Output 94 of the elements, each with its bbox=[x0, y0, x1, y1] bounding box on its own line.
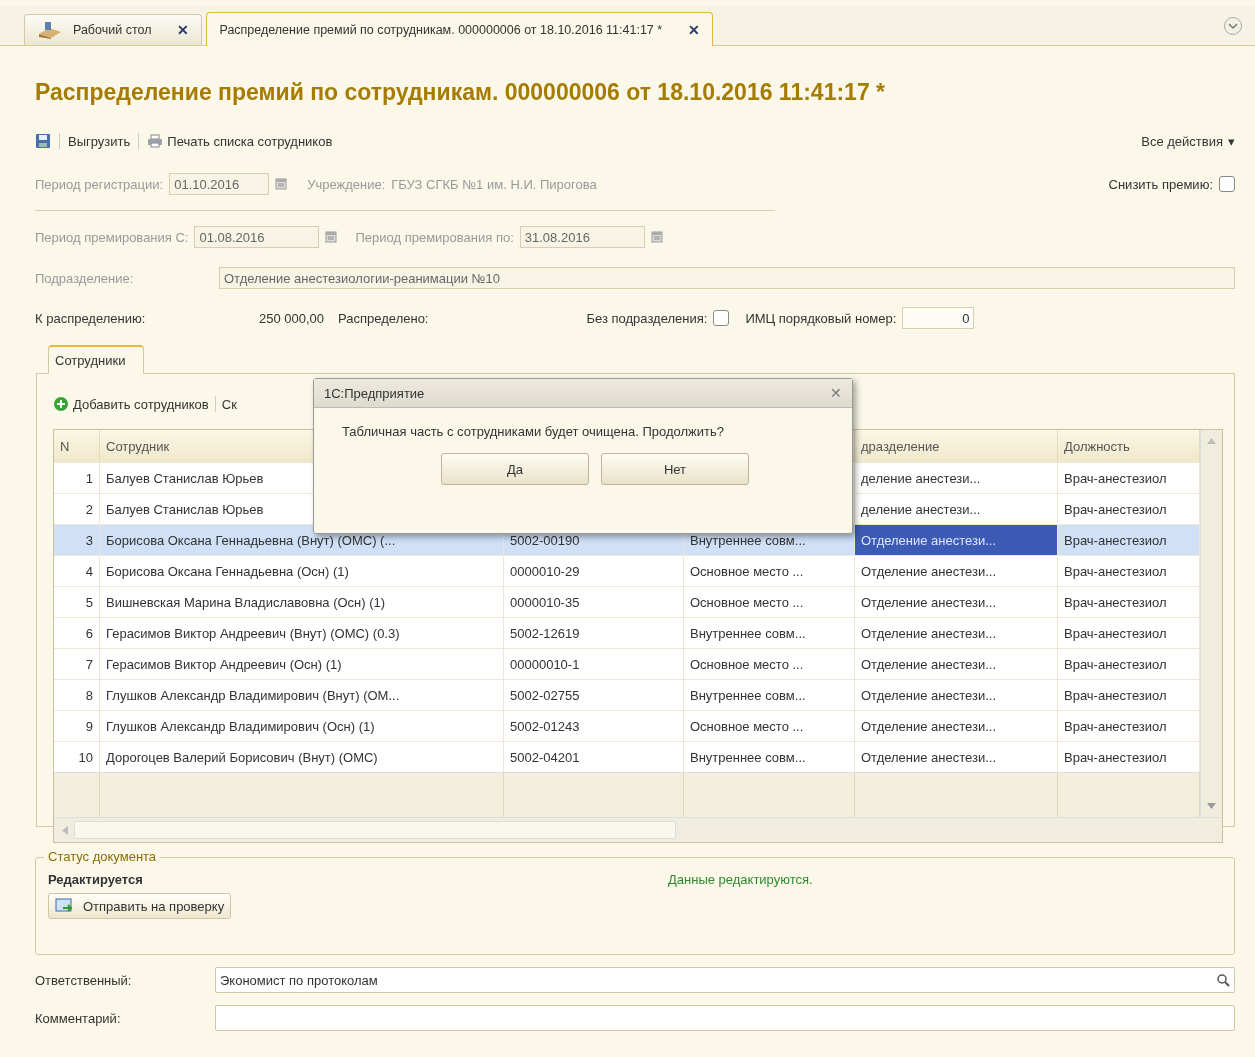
table-cell: 7 bbox=[54, 649, 100, 679]
checkbox[interactable] bbox=[1219, 176, 1235, 192]
close-icon[interactable]: ✕ bbox=[688, 21, 701, 38]
table-cell: 3 bbox=[54, 525, 100, 555]
form-title: Распределение премий по сотрудникам. 000000006 от 18.10.2016 11:41:17 * bbox=[35, 79, 886, 106]
comment-field[interactable] bbox=[215, 1005, 1235, 1031]
table-cell: Вишневская Марина Владиславовна (Осн) (1) bbox=[100, 587, 504, 617]
toolbar-button[interactable]: Ск bbox=[221, 396, 237, 412]
field-label: Период премирования по: bbox=[355, 229, 514, 245]
field-label: Подразделение: bbox=[35, 270, 134, 286]
table-cell: Основное место ... bbox=[684, 649, 855, 679]
field-label: Период регистрации: bbox=[35, 176, 164, 192]
table-row[interactable]: 6 Герасимов Виктор Андреевич (Внут) (ОМС) (0.3) 5002-12619 Внутреннее совм... Отделение анестези... Врач-анестезиол bbox=[54, 617, 1200, 648]
plus-icon bbox=[53, 396, 69, 412]
table-cell: деление анестези... bbox=[855, 463, 1058, 493]
table-cell: 5002-01243 bbox=[504, 711, 684, 741]
table-row[interactable]: 9 Глушков Александр Владимирович (Осн) (1) 5002-01243 Основное место ... Отделение анестези... Врач-анестезиол bbox=[54, 710, 1200, 741]
dialog-button[interactable]: Да bbox=[441, 453, 589, 485]
horizontal-scrollbar[interactable] bbox=[54, 817, 1222, 842]
number-field[interactable]: 0 bbox=[902, 307, 975, 329]
toolbar-button[interactable]: Печать списка сотрудников bbox=[147, 133, 333, 149]
tab[interactable]: Рабочий стол ✕ bbox=[24, 14, 203, 45]
table-row[interactable]: 5 Вишневская Марина Владиславовна (Осн) (1) 0000010-35 Основное место ... Отделение анестези... Врач-анестезиол bbox=[54, 586, 1200, 617]
table-row[interactable]: 7 Герасимов Виктор Андреевич (Осн) (1) 00000010-1 Основное место ... Отделение анестези... Врач-анестезиол bbox=[54, 648, 1200, 679]
table-row[interactable]: 8 Глушков Александр Владимирович (Внут) (ОМ... 5002-02755 Внутреннее совм... Отделение анестези... Врач-анестезиол bbox=[54, 679, 1200, 710]
table-cell: Глушков Александр Владимирович (Осн) (1) bbox=[100, 711, 504, 741]
table-cell: Внутреннее совм... bbox=[684, 680, 855, 710]
group-legend: Статус документа bbox=[44, 849, 161, 864]
status-message: Данные редактируются. bbox=[668, 872, 813, 887]
table-cell: Герасимов Виктор Андреевич (Осн) (1) bbox=[100, 649, 504, 679]
table-cell: Отделение анестези... bbox=[855, 525, 1058, 555]
dialog-button[interactable]: Нет bbox=[601, 453, 749, 485]
table-cell: Глушков Александр Владимирович (Внут) (ОМ... bbox=[100, 680, 504, 710]
status-text: Редактируется bbox=[48, 872, 144, 887]
table-cell: 5002-12619 bbox=[504, 618, 684, 648]
scroll-up-icon[interactable] bbox=[1207, 438, 1216, 444]
tab[interactable]: Распределение премий по сотрудникам. 000000006 от 18.10.2016 11:41:17 * ✕ bbox=[206, 12, 714, 46]
column-header[interactable]: дразделение bbox=[855, 430, 1058, 462]
table-cell: Внутреннее совм... bbox=[684, 618, 855, 648]
close-icon[interactable]: ✕ bbox=[177, 22, 190, 38]
dialog-title: 1С:Предприятие bbox=[324, 385, 425, 401]
field-label: ИМЦ порядковый номер: bbox=[745, 310, 897, 326]
toolbar-button[interactable]: Выгрузить bbox=[68, 133, 131, 149]
table-cell: Герасимов Виктор Андреевич (Внут) (ОМС) (0.3) bbox=[100, 618, 504, 648]
tab[interactable]: Сотрудники bbox=[48, 345, 145, 374]
amount-value: 250 000,00 bbox=[259, 310, 325, 326]
search-icon[interactable] bbox=[1216, 973, 1230, 987]
dropdown-icon[interactable] bbox=[1223, 15, 1243, 36]
table-cell: Основное место ... bbox=[684, 556, 855, 586]
table-cell: 00000010-1 bbox=[504, 649, 684, 679]
toolbar-button[interactable]: Добавить сотрудников bbox=[53, 396, 209, 412]
field-label: Учреждение: bbox=[307, 176, 386, 192]
desk-icon bbox=[37, 20, 63, 40]
field-label: К распределению: bbox=[35, 310, 146, 326]
table-cell: Основное место ... bbox=[684, 587, 855, 617]
column-header[interactable]: N bbox=[54, 430, 100, 462]
table-cell: 0000010-29 bbox=[504, 556, 684, 586]
table-cell: Отделение анестези... bbox=[855, 680, 1058, 710]
field-label: Снизить премию: bbox=[1108, 176, 1213, 192]
table-cell: 5002-02755 bbox=[504, 680, 684, 710]
save-icon[interactable] bbox=[35, 133, 51, 149]
table-cell: Отделение анестези... bbox=[855, 649, 1058, 679]
table-cell: Отделение анестези... bbox=[855, 587, 1058, 617]
scroll-left-icon[interactable] bbox=[62, 825, 68, 835]
field-label: Без подразделения: bbox=[586, 310, 708, 326]
close-icon[interactable]: ✕ bbox=[830, 385, 842, 401]
table-cell: 0000010-35 bbox=[504, 587, 684, 617]
send-for-review-button[interactable]: Отправить на проверку bbox=[48, 893, 232, 919]
calendar-icon[interactable] bbox=[650, 231, 663, 243]
table-cell: 1 bbox=[54, 463, 100, 493]
responsible-field[interactable]: Экономист по протоколам bbox=[215, 967, 1235, 993]
all-actions-menu[interactable]: Все действия ▾ bbox=[1141, 133, 1235, 149]
scroll-down-icon[interactable] bbox=[1207, 803, 1216, 809]
table-cell: Отделение анестези... bbox=[855, 711, 1058, 741]
table-cell: 4 bbox=[54, 556, 100, 586]
field-label: Распределено: bbox=[338, 310, 429, 326]
checkbox[interactable] bbox=[713, 310, 730, 326]
field-label: Ответственный: bbox=[35, 972, 133, 988]
institution-value: ГБУЗ СГКБ №1 им. Н.И. Пирогова bbox=[391, 176, 597, 192]
table-cell: 5 bbox=[54, 587, 100, 617]
printer-icon bbox=[147, 134, 164, 148]
calendar-icon[interactable] bbox=[325, 231, 338, 243]
calendar-icon[interactable] bbox=[275, 178, 288, 190]
table-cell: 6 bbox=[54, 618, 100, 648]
table-cell: Основное место ... bbox=[684, 711, 855, 741]
table-cell: Отделение анестези... bbox=[855, 618, 1058, 648]
vertical-scrollbar[interactable] bbox=[1200, 430, 1222, 817]
table-cell: 9 bbox=[54, 711, 100, 741]
field-label: Комментарий: bbox=[35, 1010, 122, 1026]
field-label: Период премирования С: bbox=[35, 229, 189, 245]
table-row[interactable]: 4 Борисова Оксана Геннадьевна (Осн) (1) 0000010-29 Основное место ... Отделение анестези... Врач-анестезиол bbox=[54, 555, 1200, 586]
table-cell: Борисова Оксана Геннадьевна (Осн) (1) bbox=[100, 556, 504, 586]
table-cell: 8 bbox=[54, 680, 100, 710]
table-cell: Отделение анестези... bbox=[855, 556, 1058, 586]
